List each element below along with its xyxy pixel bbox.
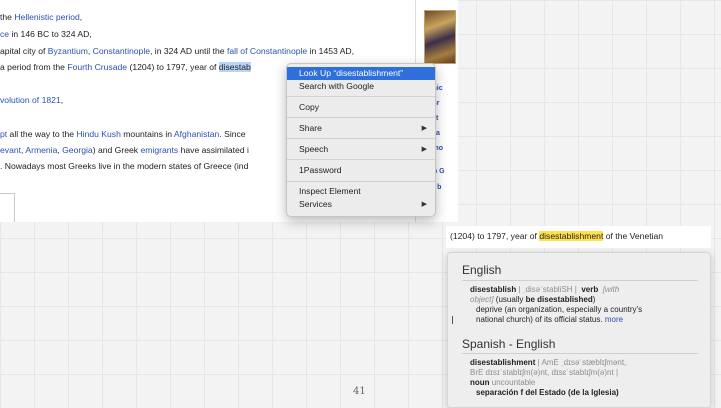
link-byzantium[interactable]: Byzantium [48, 46, 88, 56]
lookup-source-text: (1204) to 1797, year of disestablishment… [446, 226, 711, 248]
text: have assimilated i [178, 145, 249, 155]
menu-item-label: 1Password [299, 165, 342, 175]
link-hindu-kush[interactable]: Hindu Kush [76, 129, 120, 139]
definition-line: national church) of its official status.… [476, 315, 623, 325]
article-line: ce in 146 BC to 324 AD, [0, 29, 92, 40]
text: ) [592, 295, 596, 304]
menu-item-label: Services [299, 199, 332, 209]
text: (1204) to 1797, year of [127, 62, 219, 72]
submenu-arrow-icon: ▶ [421, 125, 427, 132]
menu-item-inspect-element[interactable]: Inspect Element [287, 185, 435, 198]
link-afghanistan[interactable]: Afghanistan [174, 129, 219, 139]
link-fourth-crusade[interactable]: Fourth Crusade [67, 62, 127, 72]
headword: disestablishment [470, 358, 536, 367]
pronunciation: | AmE ˌdɪsəˈstæblɪʃmənt, [535, 358, 627, 367]
looked-up-word: disestablishment [539, 231, 604, 241]
text-cursor-icon [452, 316, 453, 324]
menu-item-services[interactable]: Services ▶ [287, 198, 435, 211]
entry-usage: object] (usually be disestablished) [470, 295, 595, 305]
page-number: 41 [353, 386, 366, 397]
menu-separator [287, 96, 435, 97]
text: in 146 BC to 324 AD, [9, 29, 92, 39]
link-georgia[interactable]: Georgia [62, 145, 93, 155]
text: ) and Greek [92, 145, 141, 155]
text: mountains in [120, 129, 174, 139]
article-line: a period from the Fourth Crusade (1204) … [0, 62, 251, 73]
menu-item-label: Speech [299, 144, 329, 154]
context-menu: Look Up “disestablishment” Search with G… [286, 63, 436, 217]
pronunciation-line: BrE dɪsɪˈstablɪʃm(ə)nt, dɪsɛˈstablɪʃm(ə)… [470, 368, 618, 378]
menu-item-label: Share [299, 123, 322, 133]
link-emigrants[interactable]: emigrants [140, 145, 178, 155]
link-levant[interactable]: evant [0, 145, 21, 155]
article-line: volution of 1821, [0, 95, 63, 106]
menu-separator [287, 181, 435, 182]
article-line: apital city of Byzantium, Constantinople… [0, 46, 354, 57]
part-of-speech: verb [581, 285, 599, 294]
link[interactable]: ce [0, 29, 9, 39]
section-heading-english: English [462, 263, 502, 277]
entry-headline: disestablish | ˌdisəˈstabliSH | verb [wi… [470, 285, 619, 295]
dictionary-popup: English disestablish | ˌdisəˈstabliSH | … [447, 252, 711, 408]
text: national church) of its official status. [476, 315, 603, 324]
grammar-note: [with [602, 285, 620, 294]
pronunciation: | ˌdisəˈstabliSH | [516, 285, 577, 294]
entry-pos: noun uncountable [470, 378, 535, 388]
text: , [60, 95, 64, 105]
grammar-note: object] [470, 295, 494, 304]
headword: disestablish [470, 285, 517, 294]
text: , in 324 AD until the [150, 46, 227, 56]
menu-separator [287, 138, 435, 139]
pronunciation: BrE dɪsɪˈstablɪʃm(ə)nt, dɪsɛˈstablɪʃm(ə)… [470, 368, 619, 377]
entry-headline: disestablishment | AmE ˌdɪsəˈstæblɪʃmənt… [470, 358, 626, 368]
menu-item-label: Search with Google [299, 81, 374, 91]
link-fall-of-constantinople[interactable]: fall of Constantinople [227, 46, 307, 56]
text: . Since [219, 129, 246, 139]
selected-word[interactable]: disestab [218, 62, 251, 72]
menu-item-share[interactable]: Share ▶ [287, 122, 435, 135]
infobox-edge [0, 193, 15, 222]
text: (1204) to 1797, year of [450, 231, 540, 241]
menu-item-label: Copy [299, 102, 320, 112]
article-line: . Nowadays most Greeks live in the moder… [0, 161, 248, 172]
text: . Nowadays most Greeks live in the moder… [0, 161, 249, 171]
menu-item-label: Inspect Element [299, 186, 361, 196]
part-of-speech: noun [470, 378, 490, 387]
menu-item-1password[interactable]: 1Password [287, 164, 435, 177]
menu-separator [287, 159, 435, 160]
article-line: pt all the way to the Hindu Kush mountai… [0, 129, 246, 140]
more-link[interactable]: more [605, 315, 623, 324]
text: , [79, 12, 83, 22]
article-line: the Hellenistic period, [0, 12, 82, 23]
usage-form: be disestablished [525, 295, 593, 304]
link-armenia[interactable]: Armenia [25, 145, 57, 155]
divider [462, 353, 698, 354]
text: apital city of [0, 46, 48, 56]
menu-item-speech[interactable]: Speech ▶ [287, 143, 435, 156]
submenu-arrow-icon: ▶ [421, 201, 427, 208]
text: (usually [493, 295, 526, 304]
section-heading-spanish-english: Spanish - English [462, 337, 556, 351]
link-hellenistic-period[interactable]: Hellenistic period [14, 12, 79, 22]
submenu-arrow-icon: ▶ [421, 146, 427, 153]
text: all the way to the [7, 129, 77, 139]
link-revolution-of-1821[interactable]: volution of 1821 [0, 95, 61, 105]
text: a period from the [0, 62, 68, 72]
grammar-note: uncountable [491, 378, 536, 387]
painting-thumbnail[interactable] [424, 10, 456, 64]
divider [462, 280, 698, 281]
menu-item-look-up[interactable]: Look Up “disestablishment” [287, 67, 435, 80]
text: of the Venetian [603, 231, 664, 241]
definition-line: deprive (an organization, especially a c… [476, 305, 643, 314]
menu-item-search-with-google[interactable]: Search with Google [287, 80, 435, 93]
menu-item-copy[interactable]: Copy [287, 101, 435, 114]
link-constantinople[interactable]: Constantinople [93, 46, 150, 56]
text: the [0, 12, 15, 22]
text: in 1453 AD, [307, 46, 355, 56]
menu-separator [287, 117, 435, 118]
article-line: evant, Armenia, Georgia) and Greek emigr… [0, 145, 249, 156]
translation-line: separación f del Estado (de la Iglesia) [476, 388, 619, 397]
menu-item-label: Look Up “disestablishment” [299, 68, 404, 78]
